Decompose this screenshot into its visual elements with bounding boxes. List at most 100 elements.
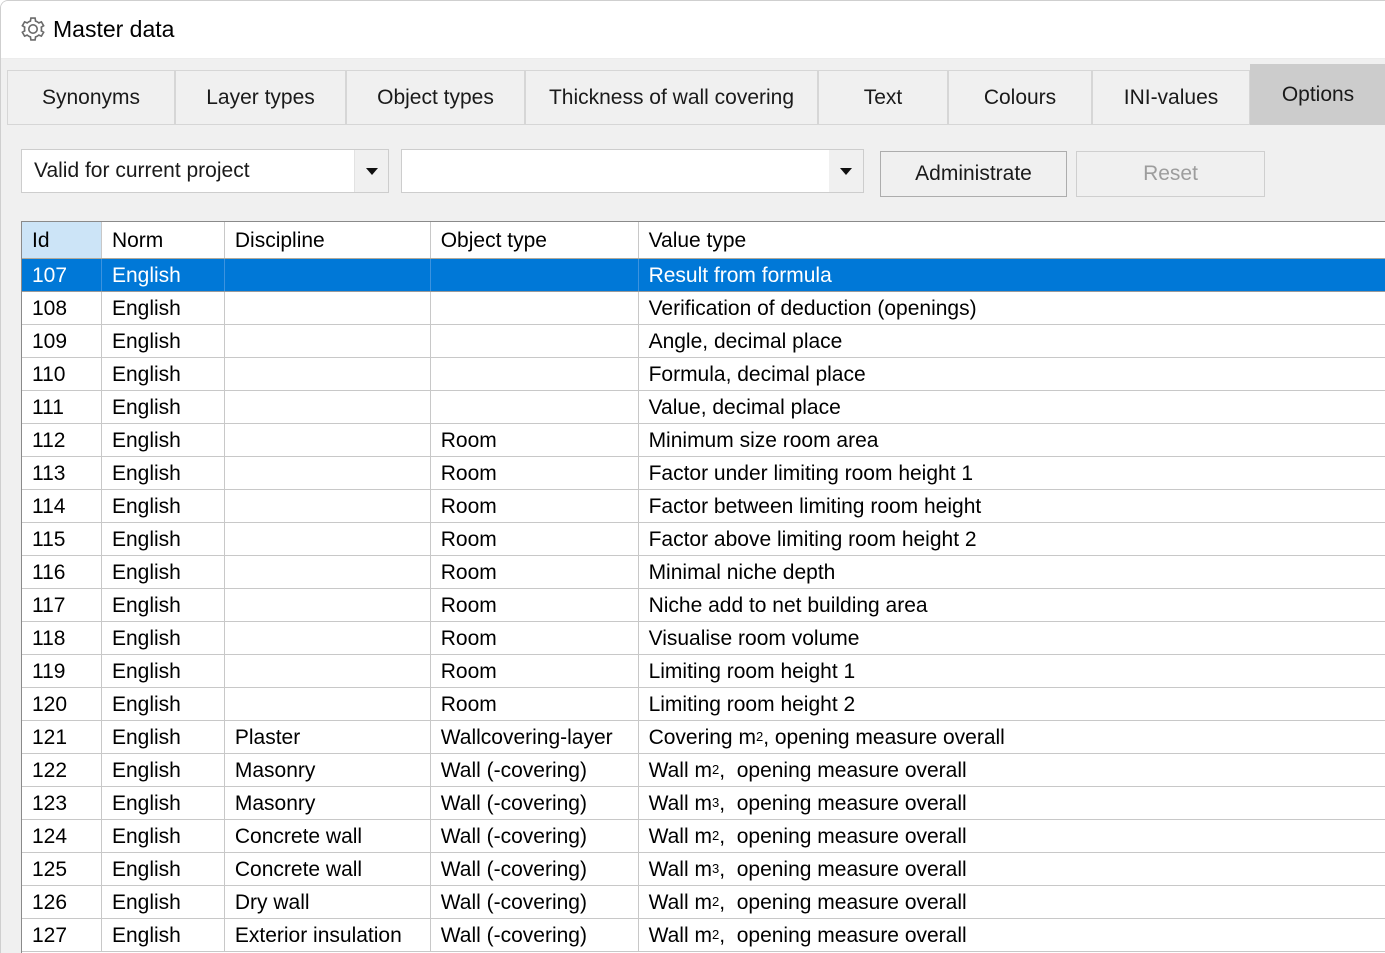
table-row[interactable]: 121 English Plaster Wallcovering-layer Cover… [22, 721, 1385, 754]
cell-id: 112 [22, 424, 102, 456]
tab-options[interactable]: Options [1250, 64, 1385, 125]
cell-norm: English [102, 391, 225, 423]
table-row[interactable]: 123 English Masonry Wall (-covering) Wall m3… [22, 787, 1385, 820]
gear-icon [19, 15, 47, 43]
cell-norm: English [102, 556, 225, 588]
cell-norm: English [102, 787, 225, 819]
cell-object-type: Room [431, 589, 639, 621]
cell-object-type: Wallcovering-layer [431, 721, 639, 753]
cell-value-type: Factor above limiting room height 2 [648, 527, 977, 551]
cell-id: 118 [22, 622, 102, 654]
cell-object-type: Room [431, 457, 639, 489]
cell-norm: English [102, 292, 225, 324]
cell-value-type: Value, decimal place [648, 395, 841, 419]
tab-thickness-of-wall-covering[interactable]: Thickness of wall covering [525, 70, 818, 125]
cell-object-type: Wall (-covering) [431, 820, 639, 852]
table-row[interactable]: 116 English Room Minimal niche depth [22, 556, 1385, 589]
tab-label: Text [863, 85, 903, 109]
cell-value-type: Minimum size room area [648, 428, 879, 452]
tab-object-types[interactable]: Object types [346, 70, 525, 125]
cell-norm: English [102, 325, 225, 357]
table-row[interactable]: 118 English Room Visualise room volume [22, 622, 1385, 655]
column-header-id[interactable]: Id [22, 222, 102, 258]
table-row[interactable]: 126 English Dry wall Wall (-covering) Wall m… [22, 886, 1385, 919]
table-row[interactable]: 110 English Formula, decimal place [22, 358, 1385, 391]
cell-object-type: Wall (-covering) [431, 919, 639, 951]
column-header-object-type[interactable]: Object type [431, 222, 639, 258]
cell-discipline [225, 655, 431, 687]
reset-button[interactable]: Reset [1076, 151, 1265, 197]
cell-id: 123 [22, 787, 102, 819]
cell-value-type: Factor under limiting room height 1 [648, 461, 974, 485]
table-row[interactable]: 119 English Room Limiting room height 1 [22, 655, 1385, 688]
cell-norm: English [102, 490, 225, 522]
table-row[interactable]: 120 English Room Limiting room height 2 [22, 688, 1385, 721]
cell-discipline [225, 688, 431, 720]
cell-value-type: Covering m2, opening measure overall [648, 725, 1005, 749]
chevron-down-icon[interactable] [829, 150, 863, 192]
cell-discipline: Masonry [225, 787, 431, 819]
cell-discipline [225, 391, 431, 423]
tab-ini-values[interactable]: INI-values [1092, 70, 1250, 125]
tab-layer-types[interactable]: Layer types [175, 70, 346, 125]
cell-value-type: Wall m2, opening measure overall [648, 890, 967, 914]
cell-norm: English [102, 259, 225, 291]
table-row[interactable]: 127 English Exterior insulation Wall (-cove… [22, 919, 1385, 952]
cell-value-type: Result from formula [639, 259, 1385, 291]
cell-object-type: Room [431, 556, 639, 588]
table-row[interactable]: 112 English Room Minimum size room area [22, 424, 1385, 457]
cell-object-type: Room [431, 490, 639, 522]
table-row[interactable]: 108 English Verification of deduction (ope… [22, 292, 1385, 325]
cell-discipline [225, 490, 431, 522]
table-row[interactable]: 124 English Concrete wall Wall (-covering) W… [22, 820, 1385, 853]
tab-label: INI-values [1123, 85, 1219, 109]
cell-discipline [225, 622, 431, 654]
cell-discipline [225, 457, 431, 489]
cell-id: 107 [22, 259, 102, 291]
tab-label: Options [1281, 82, 1355, 106]
cell-id: 115 [22, 523, 102, 555]
cell-object-type: Room [431, 688, 639, 720]
tab-text[interactable]: Text [818, 70, 948, 125]
column-header-norm[interactable]: Norm [102, 222, 225, 258]
administrate-button[interactable]: Administrate [880, 151, 1067, 197]
cell-discipline: Concrete wall [225, 853, 431, 885]
cell-id: 110 [22, 358, 102, 390]
tab-synonyms[interactable]: Synonyms [7, 70, 175, 125]
cell-norm: English [102, 523, 225, 555]
cell-discipline [225, 589, 431, 621]
table-row[interactable]: 122 English Masonry Wall (-covering) Wall m2… [22, 754, 1385, 787]
filter-toolbar: Valid for current project Administrate R… [1, 129, 1385, 215]
cell-discipline [225, 292, 431, 324]
cell-value-type: Verification of deduction (openings) [648, 296, 977, 320]
table-row[interactable]: 115 English Room Factor above limiting room… [22, 523, 1385, 556]
chevron-down-icon[interactable] [354, 150, 388, 192]
cell-norm: English [102, 919, 225, 951]
table-row[interactable]: 117 English Room Niche add to net building … [22, 589, 1385, 622]
table-row[interactable]: 114 English Room Factor between limiting ro… [22, 490, 1385, 523]
cell-object-type: Wall (-covering) [431, 853, 639, 885]
cell-value-type: Factor between limiting room height [648, 494, 982, 518]
cell-id: 109 [22, 325, 102, 357]
master-data-grid[interactable]: Id Norm Discipline Object type Value typ… [21, 221, 1385, 953]
cell-id: 111 [22, 391, 102, 423]
tab-label: Object types [377, 85, 494, 109]
cell-discipline: Concrete wall [225, 820, 431, 852]
column-header-value-type[interactable]: Value type [639, 222, 1385, 258]
cell-value-type: Limiting room height 1 [648, 659, 856, 683]
secondary-combo[interactable] [401, 149, 864, 193]
table-row[interactable]: 109 English Angle, decimal place [22, 325, 1385, 358]
tab-colours[interactable]: Colours [948, 70, 1092, 125]
table-row[interactable]: 113 English Room Factor under limiting room… [22, 457, 1385, 490]
cell-object-type: Room [431, 523, 639, 555]
table-row[interactable]: 125 English Concrete wall Wall (-covering) W… [22, 853, 1385, 886]
table-row[interactable]: 111 English Value, decimal place [22, 391, 1385, 424]
administrate-button-label: Administrate [915, 162, 1032, 185]
tab-label: Synonyms [41, 85, 141, 109]
tab-label: Layer types [206, 85, 315, 109]
grid-header-row: Id Norm Discipline Object type Value typ… [22, 222, 1385, 259]
column-header-discipline[interactable]: Discipline [225, 222, 431, 258]
cell-value-type: Visualise room volume [648, 626, 860, 650]
scope-combo[interactable]: Valid for current project [21, 149, 389, 193]
table-row[interactable]: 107 English Result from formula [22, 259, 1385, 292]
